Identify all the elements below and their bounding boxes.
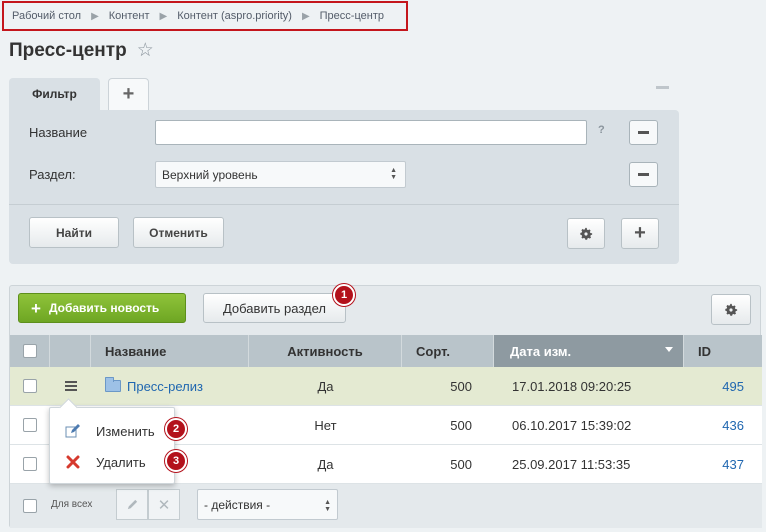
column-header-date-label: Дата изм. [510, 343, 572, 359]
for-all-checkbox[interactable] [23, 499, 37, 513]
minus-icon [638, 173, 649, 176]
section-select-value: Верхний уровень [162, 167, 258, 182]
row-checkbox[interactable] [23, 457, 37, 471]
actions-column-header [50, 335, 91, 367]
row-active: Да [317, 378, 334, 394]
chevron-right-icon: ▶ [91, 10, 99, 22]
add-section-button[interactable]: Добавить раздел [203, 293, 346, 323]
close-icon: ✕ [157, 496, 171, 514]
for-all-label: Для всех [51, 499, 93, 510]
row-select-cell [10, 367, 50, 406]
menu-item-delete[interactable]: Удалить [50, 447, 176, 477]
group-delete-button[interactable]: ✕ [148, 489, 180, 520]
section-field-label: Раздел: [29, 167, 76, 182]
row-id-link[interactable]: 437 [684, 445, 762, 484]
row-sort: 500 [450, 378, 472, 394]
list-settings-button[interactable] [711, 294, 751, 325]
row-id-link[interactable]: 495 [684, 367, 762, 406]
row-id-link[interactable]: 436 [684, 406, 762, 445]
column-header-date[interactable]: Дата изм. [494, 335, 684, 367]
breadcrumb-item-content[interactable]: Контент [109, 10, 150, 22]
hamburger-menu-icon[interactable] [64, 381, 77, 391]
remove-section-field-button[interactable] [629, 162, 658, 187]
sort-desc-icon [665, 347, 673, 352]
chevron-right-icon: ▶ [159, 10, 168, 22]
help-icon[interactable]: ? [598, 124, 605, 136]
row-checkbox[interactable] [23, 379, 37, 393]
edit-icon [65, 424, 80, 438]
row-sort: 500 [450, 417, 472, 433]
collapse-filter-icon[interactable] [656, 86, 669, 89]
breadcrumb-item-press-center[interactable]: Пресс-центр [320, 10, 384, 22]
menu-item-edit-label: Изменить [96, 423, 155, 439]
select-all-checkbox[interactable] [22, 344, 37, 358]
chevron-right-icon: ▶ [301, 10, 310, 22]
menu-item-delete-label: Удалить [96, 454, 146, 470]
plus-icon: + [122, 83, 135, 105]
breadcrumb-item-desktop[interactable]: Рабочий стол [12, 10, 81, 22]
plus-icon: + [31, 298, 41, 318]
delete-icon [66, 455, 80, 469]
tab-filter[interactable]: Фильтр [9, 78, 100, 110]
column-header-id[interactable]: ID [684, 335, 762, 367]
row-active: Да [317, 456, 334, 472]
column-header-sort[interactable]: Сорт. [402, 335, 494, 367]
find-button[interactable]: Найти [29, 217, 119, 248]
table-row[interactable]: Пресс-релиз Да 500 17.01.2018 09:20:25 4… [10, 367, 762, 406]
row-select-cell [10, 445, 50, 484]
filter-settings-button[interactable] [567, 218, 605, 249]
select-arrows-icon: ▲ ▼ [390, 167, 397, 181]
add-news-label: Добавить новость [48, 301, 160, 315]
row-date: 25.09.2017 11:53:35 [512, 456, 631, 472]
row-name-link[interactable]: Пресс-релиз [127, 379, 203, 394]
row-checkbox[interactable] [23, 418, 37, 432]
annotation-badge-2: 2 [165, 418, 187, 440]
group-actions-value: - действия - [204, 497, 271, 512]
page-title: Пресс-центр ☆ [9, 39, 154, 62]
group-actions-select[interactable]: - действия - ▲ ▼ [197, 489, 338, 520]
add-news-button[interactable]: + Добавить новость [18, 293, 186, 323]
breadcrumb-item-content-aspro[interactable]: Контент (aspro.priority) [177, 10, 292, 22]
row-active: Нет [314, 417, 337, 433]
table-header: Название Активность Сорт. Дата изм. ID [10, 335, 762, 367]
menu-item-edit[interactable]: Изменить [50, 416, 176, 446]
cancel-button[interactable]: Отменить [133, 217, 224, 248]
row-name-cell: Пресс-релиз [91, 367, 249, 406]
gear-icon [580, 227, 593, 240]
annotation-badge-3: 3 [165, 450, 187, 472]
add-filter-field-button[interactable]: + [621, 218, 659, 249]
plus-icon: + [634, 222, 646, 244]
column-header-name[interactable]: Название [91, 335, 249, 367]
breadcrumb: Рабочий стол ▶ Контент ▶ Контент (aspro.… [2, 1, 408, 31]
row-date: 17.01.2018 09:20:25 [512, 378, 632, 394]
row-select-cell [10, 406, 50, 445]
row-sort: 500 [450, 456, 472, 472]
row-context-menu: Изменить Удалить [49, 407, 175, 484]
minus-icon [638, 131, 649, 134]
select-all-cell [10, 335, 50, 367]
page-title-text: Пресс-центр [9, 39, 127, 61]
remove-name-field-button[interactable] [629, 120, 658, 145]
folder-icon [105, 377, 121, 392]
group-edit-button[interactable] [116, 489, 148, 520]
select-arrows-icon: ▲ ▼ [324, 499, 331, 513]
star-icon[interactable]: ☆ [137, 39, 154, 62]
pencil-icon [127, 499, 137, 510]
filter-panel: Название ? Раздел: Верхний уровень ▲ ▼ На… [9, 110, 679, 264]
list-footer: Для всех ✕ - действия - ▲ ▼ [10, 484, 762, 528]
annotation-badge-1: 1 [333, 284, 355, 306]
name-field-label: Название [29, 125, 88, 140]
column-header-active[interactable]: Активность [249, 335, 402, 367]
row-date: 06.10.2017 15:39:02 [512, 417, 632, 433]
section-select[interactable]: Верхний уровень ▲ ▼ [155, 161, 406, 188]
gear-icon [725, 303, 738, 316]
filter-divider [9, 204, 679, 205]
name-field[interactable] [155, 120, 587, 145]
add-filter-tab-button[interactable]: + [108, 78, 149, 110]
